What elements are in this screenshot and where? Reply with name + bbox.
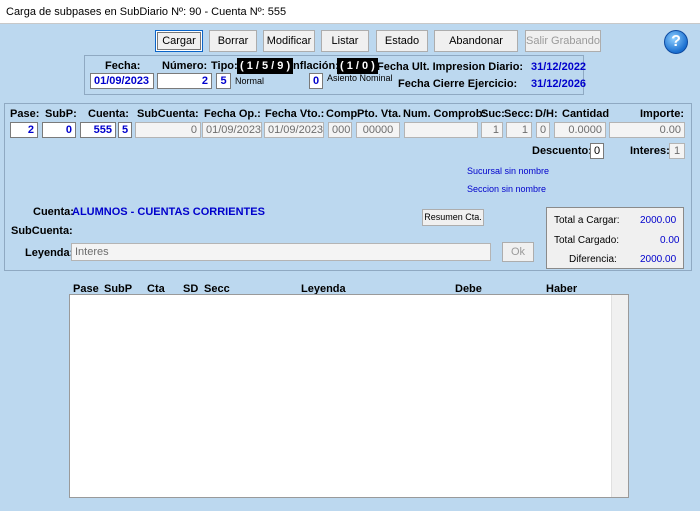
leyenda-label: Leyenda: — [25, 247, 74, 259]
window-title: Carga de subpases en SubDiario Nº: 90 - … — [0, 0, 700, 24]
salir-grabando-button[interactable]: Salir Grabando — [525, 30, 601, 52]
tipo-options-tag: ( 1 / 5 / 9 ) — [237, 58, 294, 74]
total-cargado-label: Total Cargado: — [554, 235, 620, 246]
resumen-cta-button[interactable]: Resumen Cta. — [422, 209, 484, 226]
cierre-label: Fecha Cierre Ejercicio: — [398, 78, 518, 90]
sucursal-text: Sucursal sin nombre — [467, 166, 550, 176]
fecha-vto-label: Fecha Vto.: — [265, 108, 325, 120]
fecha-vto-field[interactable]: 01/09/2023 — [264, 122, 324, 138]
secc-field[interactable]: 1 — [506, 122, 532, 138]
num-comprob-label: Num. Comprob: — [403, 108, 487, 120]
intereses-label: Interes: — [630, 145, 670, 157]
account-cuenta-value: ALUMNOS - CUENTAS CORRIENTES — [72, 206, 265, 218]
pase-label: Pase: — [10, 108, 40, 120]
diferencia-value: 2000.00 — [640, 254, 677, 265]
fecha-field[interactable]: 01/09/2023 — [90, 73, 154, 89]
grid-scrollbar[interactable] — [611, 295, 628, 497]
inflacion-field[interactable]: 0 — [309, 73, 323, 89]
account-cuenta-label: Cuenta: — [33, 206, 74, 218]
tipo-desc: Normal — [235, 76, 265, 86]
subpases-grid[interactable] — [69, 294, 629, 498]
pto-vta-label: Pto. Vta. — [357, 108, 402, 120]
fecha-op-field[interactable]: 01/09/2023 — [202, 122, 262, 138]
cierre-value: 31/12/2026 — [531, 78, 587, 90]
listar-button[interactable]: Listar — [321, 30, 369, 52]
comp-label: Comp. — [326, 108, 361, 120]
diferencia-label: Diferencia: — [569, 254, 617, 265]
abandonar-button[interactable]: Abandonar — [434, 30, 518, 52]
total-cargado-value: 0.00 — [660, 235, 680, 246]
inflacion-options-tag: ( 1 / 0 ) — [337, 58, 378, 74]
ult-impresion-label: Fecha Ult. Impresion Diario: — [377, 61, 524, 73]
seccion-text: Seccion sin nombre — [467, 184, 547, 194]
help-icon[interactable]: ? — [664, 30, 688, 54]
intereses-field[interactable]: 1 — [669, 143, 685, 159]
subp-label: SubP: — [45, 108, 77, 120]
total-cargar-label: Total a Cargar: — [554, 215, 620, 226]
modificar-button[interactable]: Modificar — [263, 30, 315, 52]
account-subcuenta-label: SubCuenta: — [11, 225, 73, 237]
pase-field[interactable]: 2 — [10, 122, 38, 138]
borrar-button[interactable]: Borrar — [209, 30, 257, 52]
ult-impresion-value: 31/12/2022 — [531, 61, 587, 73]
total-cargar-value: 2000.00 — [640, 215, 677, 226]
subcuenta-label: SubCuenta: — [137, 108, 199, 120]
pto-vta-field[interactable]: 00000 — [356, 122, 400, 138]
subcuenta-field[interactable]: 0 — [135, 122, 201, 138]
estado-button[interactable]: Estado — [376, 30, 428, 52]
inflacion-label: Inflación: — [290, 60, 339, 72]
dh-field[interactable]: 0 — [536, 122, 550, 138]
descuento-field[interactable]: 0 — [590, 143, 604, 159]
tipo-field[interactable]: 5 — [216, 73, 231, 89]
suc-label: Suc: — [481, 108, 505, 120]
cantidad-field[interactable]: 0.0000 — [554, 122, 606, 138]
importe-field[interactable]: 0.00 — [609, 122, 685, 138]
cuenta-label: Cuenta: — [88, 108, 129, 120]
numero-label: Número: — [162, 60, 208, 72]
comp-field[interactable]: 000 — [328, 122, 352, 138]
tipo-label: Tipo: — [211, 60, 238, 72]
descuento-label: Descuento: — [532, 145, 592, 157]
secc-label: Secc: — [504, 108, 534, 120]
cuenta-sub-field[interactable]: 5 — [118, 122, 132, 138]
dh-label: D/H: — [535, 108, 558, 120]
fecha-label: Fecha: — [105, 60, 141, 72]
cuenta-field[interactable]: 555 — [80, 122, 116, 138]
leyenda-input[interactable]: Interes — [71, 243, 491, 261]
suc-field[interactable]: 1 — [481, 122, 503, 138]
inflacion-desc: Asiento Nominal — [327, 73, 393, 83]
fecha-op-label: Fecha Op.: — [204, 108, 261, 120]
importe-label: Importe: — [640, 108, 684, 120]
cantidad-label: Cantidad — [562, 108, 610, 120]
subp-field[interactable]: 0 — [42, 122, 76, 138]
cargar-button[interactable]: Cargar — [155, 30, 203, 52]
num-comprob-field[interactable] — [404, 122, 478, 138]
ok-button[interactable]: Ok — [502, 242, 534, 262]
numero-field[interactable]: 2 — [157, 73, 212, 89]
